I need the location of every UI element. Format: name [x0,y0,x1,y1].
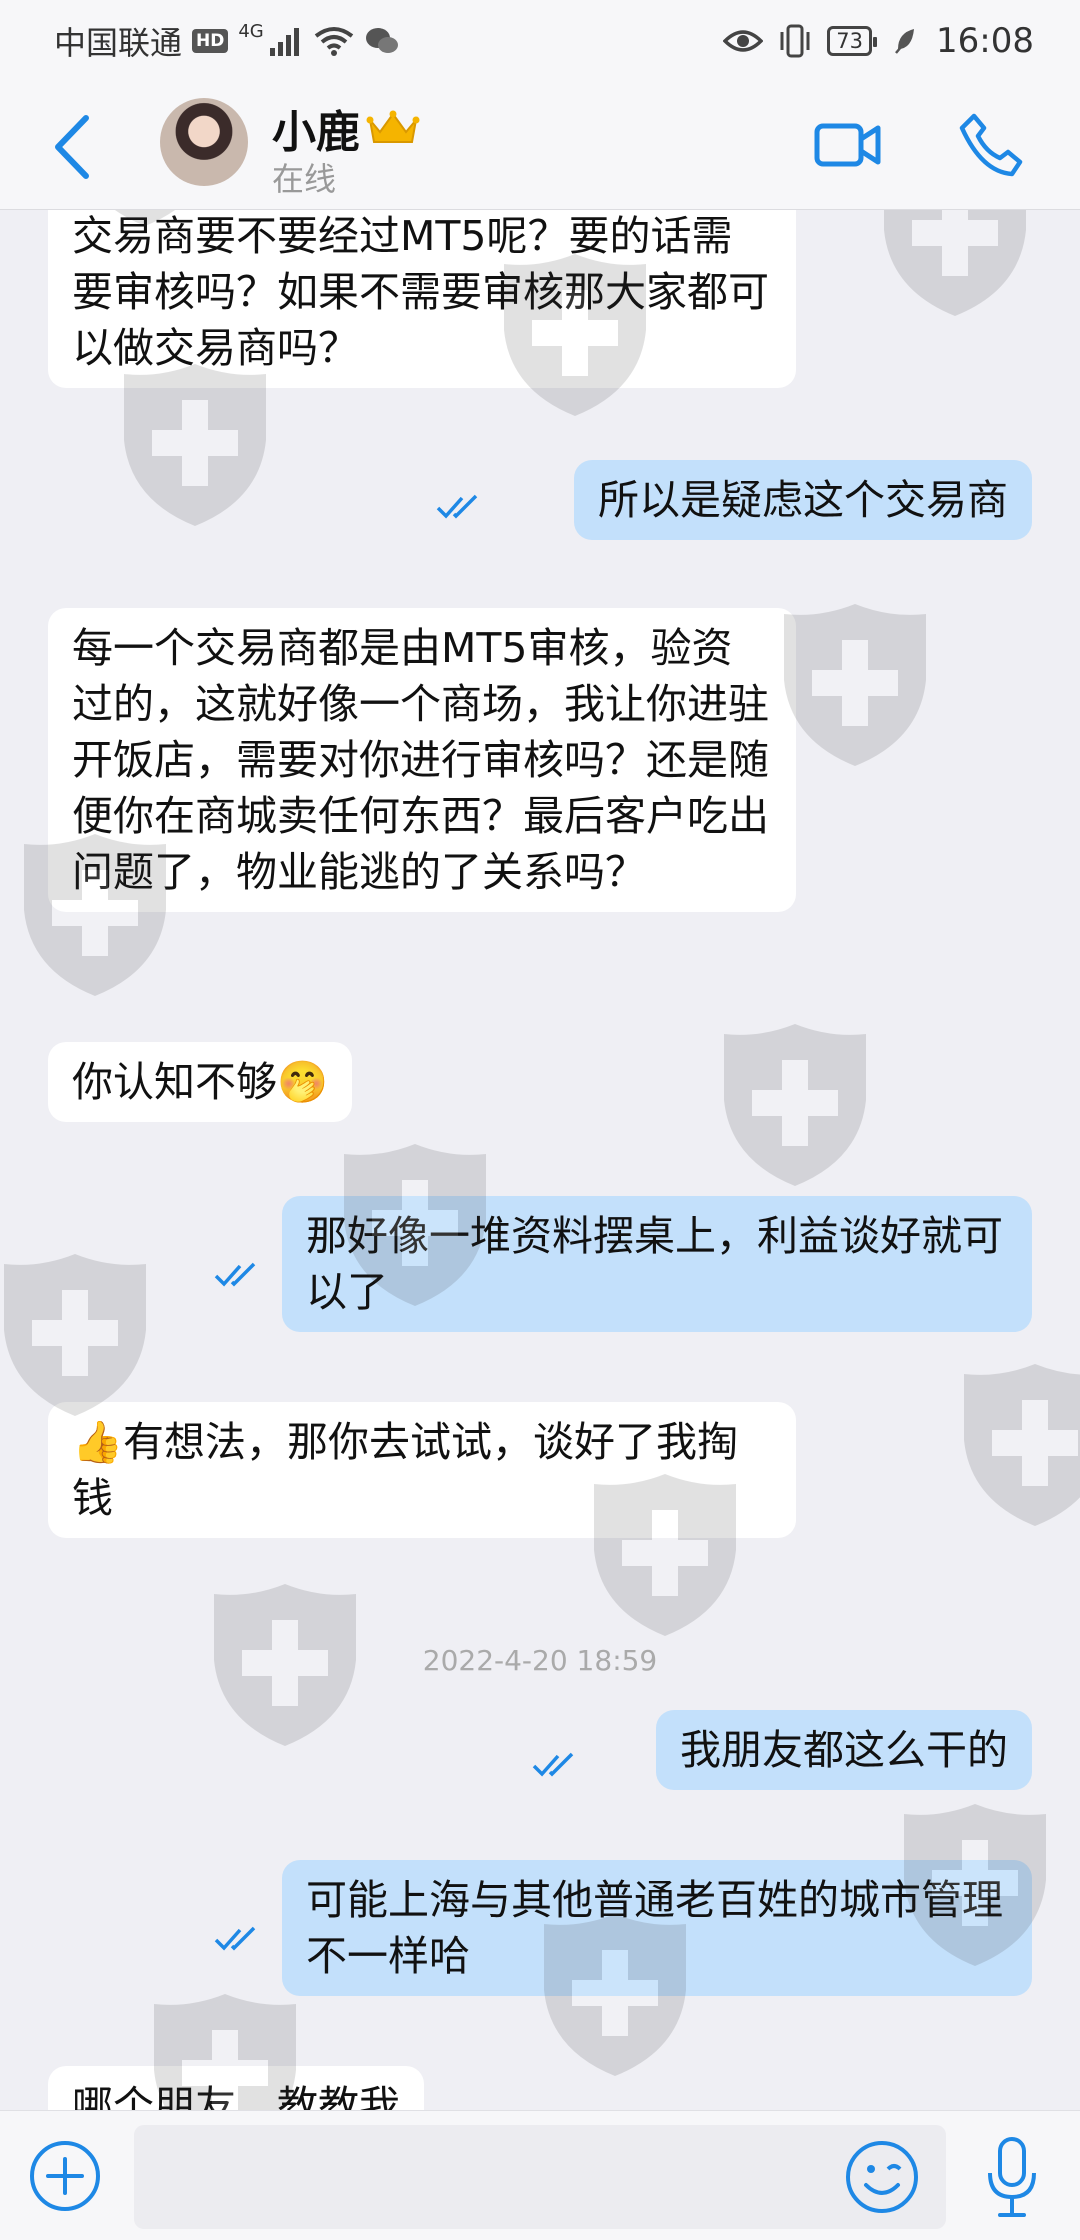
message-bubble-incoming[interactable]: 每一个交易商都是由MT5审核，验资过的，这就好像一个商场，我让你进驻开饭店，需要… [48,608,796,912]
contact-name: 小鹿 [272,96,420,160]
vibrate-icon [780,24,810,58]
message-bubble-incoming[interactable]: 👍有想法，那你去试试，谈好了我掏钱 [48,1402,796,1538]
message-text: 每一个交易商都是由MT5审核，验资过的，这就好像一个商场，我让你进驻开饭店，需要… [72,624,769,896]
message-text: 可能上海与其他普通老百姓的城市管理不一样哈 [306,1876,1003,1980]
message-bubble-outgoing[interactable]: 我朋友都这么干的 [656,1710,1032,1790]
message-text: 所以是疑虑这个交易商 [598,476,1008,524]
video-camera-icon[interactable] [814,120,882,170]
battery-indicator: 73 [827,26,877,56]
leaf-icon [895,29,915,54]
message-text: 那好像一堆资料摆桌上，利益谈好就可以了 [306,1212,1003,1316]
message-text: 你认知不够🤭 [72,1058,329,1106]
input-bar [0,2110,1080,2240]
plus-circle-icon[interactable] [28,2139,102,2213]
carrier-label: 中国联通 [54,24,183,62]
emoji-icon[interactable] [844,2139,920,2215]
shield-cross-icon [784,604,926,766]
signal-icon [269,28,299,56]
message-bubble-outgoing[interactable]: 所以是疑虑这个交易商 [574,460,1032,540]
microphone-icon[interactable] [982,2135,1042,2219]
message-bubble-incoming[interactable]: 哪个朋友，教教我 [48,2066,424,2110]
message-text: 👍有想法，那你去试试，谈好了我掏钱 [72,1418,739,1522]
double-check-icon [436,494,478,519]
crown-icon [366,110,420,143]
network-type: 4G [238,20,264,42]
contact-name-text: 小鹿 [272,107,360,158]
message-text: 交易商要不要经过MT5呢？要的话需要审核吗？如果不需要审核那大家都可以做交易商吗… [72,212,769,372]
message-timestamp: 2022-4-20 18:59 [422,1644,658,1677]
wifi-icon [314,27,353,56]
online-status: 在线 [272,160,337,198]
double-check-icon [214,1926,256,1951]
shield-cross-icon [964,1364,1080,1526]
double-check-icon [214,1262,256,1287]
double-check-icon [532,1752,574,1777]
message-text: 我朋友都这么干的 [680,1726,1008,1774]
message-text: 哪个朋友，教教我 [72,2082,400,2110]
shield-cross-icon [884,210,1026,316]
phone-icon[interactable] [958,112,1024,178]
avatar[interactable] [160,98,248,186]
chat-header: 小鹿 在线 [0,82,1080,210]
message-bubble-incoming[interactable]: 交易商要不要经过MT5呢？要的话需要审核吗？如果不需要审核那大家都可以做交易商吗… [48,210,796,388]
message-bubble-incoming[interactable]: 你认知不够🤭 [48,1042,353,1122]
message-bubble-outgoing[interactable]: 可能上海与其他普通老百姓的城市管理不一样哈 [282,1860,1032,1996]
hd-badge: HD [192,29,229,53]
message-input[interactable] [134,2125,946,2229]
chevron-left-icon[interactable] [48,112,98,182]
shield-cross-icon [724,1024,866,1186]
shield-cross-icon [4,1254,146,1416]
wechat-icon [365,28,398,53]
message-list[interactable]: 交易商要不要经过MT5呢？要的话需要审核吗？如果不需要审核那大家都可以做交易商吗… [0,210,1080,2110]
message-bubble-outgoing[interactable]: 那好像一堆资料摆桌上，利益谈好就可以了 [282,1196,1032,1332]
clock: 16:08 [936,21,1034,61]
eye-icon [723,30,764,52]
status-bar: 中国联通 HD 4G 73 16:08 [0,0,1080,82]
